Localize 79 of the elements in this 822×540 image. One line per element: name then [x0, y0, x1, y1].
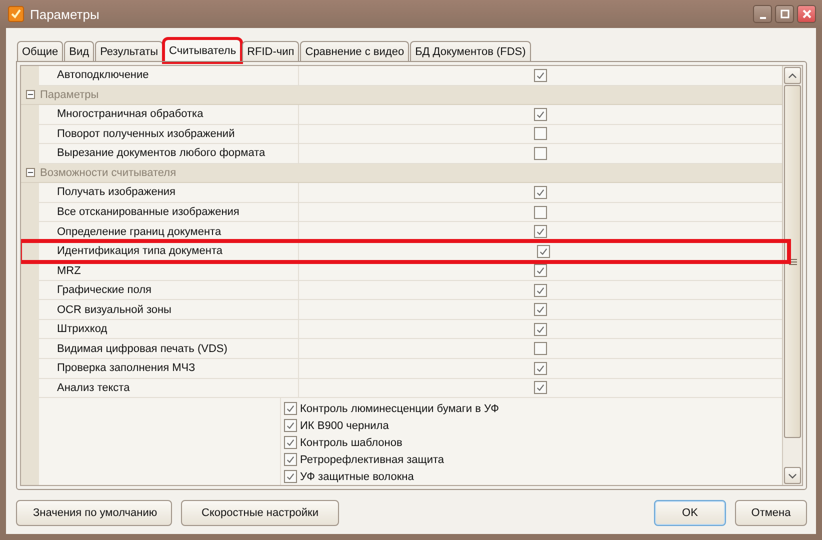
property-name: Штрихкод — [39, 320, 299, 340]
checkbox-label: ИК B900 чернила — [300, 420, 389, 432]
grip-icon — [788, 258, 796, 264]
tab[interactable]: Общие — [17, 41, 64, 62]
dialog-button[interactable]: Значения по умолчанию — [16, 500, 172, 526]
scroll-thumb[interactable] — [784, 85, 801, 438]
checkbox[interactable] — [534, 108, 547, 121]
window-title: Параметры — [30, 6, 100, 22]
check-icon — [536, 286, 545, 295]
check-icon — [536, 364, 545, 373]
property-name: Многостраничная обработка — [39, 105, 299, 125]
checkbox[interactable] — [284, 470, 297, 484]
checkbox[interactable] — [534, 303, 547, 316]
checkbox-label: УФ защитные волокна — [300, 470, 414, 483]
check-icon — [536, 227, 545, 236]
checkbox-label: Контроль шаблонов — [300, 436, 402, 449]
property-name: Графические поля — [39, 280, 299, 300]
scroll-up-button[interactable] — [784, 67, 801, 84]
minimize-button[interactable] — [753, 5, 772, 23]
scroll-down-button[interactable] — [784, 467, 801, 484]
checkbox[interactable] — [534, 362, 547, 375]
checkbox[interactable] — [534, 225, 547, 238]
tab[interactable]: Сравнение с видео — [300, 41, 410, 62]
collapse-toggle-icon[interactable] — [26, 90, 35, 100]
close-button[interactable] — [797, 5, 816, 23]
checkbox[interactable] — [534, 68, 547, 82]
dialog-button[interactable]: Отмена — [735, 500, 807, 526]
property-name: Получать изображения — [39, 183, 299, 203]
dialog-button[interactable]: OK — [654, 500, 726, 526]
checkbox[interactable] — [284, 419, 297, 432]
check-icon — [536, 383, 545, 392]
tab[interactable]: Вид — [64, 41, 94, 62]
property-name: Идентификация типа документа — [39, 242, 299, 262]
check-icon — [536, 266, 545, 276]
property-name: MRZ — [39, 261, 299, 281]
app-icon — [8, 6, 24, 22]
checkbox[interactable] — [534, 381, 547, 394]
tab[interactable]: Результаты — [95, 41, 164, 62]
dialog-button[interactable]: Скоростные настройки — [181, 500, 339, 526]
property-name: Проверка заполнения МЧЗ — [39, 359, 299, 379]
tab[interactable]: БД Документов (FDS) — [410, 41, 531, 62]
caret-down-icon — [788, 472, 797, 478]
minimize-icon — [760, 16, 766, 18]
category-name: Параметры — [40, 88, 99, 101]
checkbox[interactable] — [534, 127, 547, 140]
property-name: Поворот полученных изображений — [39, 124, 299, 144]
checkbox[interactable] — [534, 264, 547, 278]
maximize-icon — [780, 9, 790, 19]
tab[interactable]: Считыватель — [164, 39, 242, 62]
checkbox[interactable] — [284, 436, 297, 450]
caret-up-icon — [788, 72, 797, 78]
checkbox-label: Контроль люминесценции бумаги в УФ — [300, 402, 500, 415]
close-icon — [802, 9, 812, 19]
property-name: Определение границ документа — [39, 222, 299, 242]
property-name: OCR визуальной зоны — [39, 300, 299, 320]
checkbox[interactable] — [284, 453, 297, 466]
property-name: Все отсканированные изображения — [39, 202, 299, 222]
check-icon — [536, 70, 545, 80]
check-icon — [536, 188, 545, 197]
checkbox[interactable] — [534, 322, 547, 336]
checkbox-label: Ретрорефлективная защита — [300, 454, 444, 466]
check-icon — [539, 246, 548, 256]
collapse-toggle-icon[interactable] — [26, 168, 35, 178]
checkbox[interactable] — [284, 402, 297, 416]
tab[interactable]: RFID-чип — [242, 41, 300, 62]
checkbox[interactable] — [534, 146, 547, 160]
checkbox[interactable] — [537, 244, 550, 258]
maximize-button[interactable] — [775, 5, 794, 23]
property-name: Видимая цифровая печать (VDS) — [39, 339, 299, 359]
checkbox[interactable] — [534, 284, 547, 297]
checkbox[interactable] — [534, 206, 547, 219]
checkbox[interactable] — [534, 186, 547, 199]
scrollbar[interactable] — [782, 66, 802, 485]
checkbox[interactable] — [534, 342, 547, 356]
property-name: Анализ текста — [39, 378, 299, 398]
check-icon — [536, 324, 545, 334]
category-name: Возможности считывателя — [40, 166, 176, 179]
check-icon — [536, 305, 545, 314]
check-icon — [536, 110, 545, 119]
